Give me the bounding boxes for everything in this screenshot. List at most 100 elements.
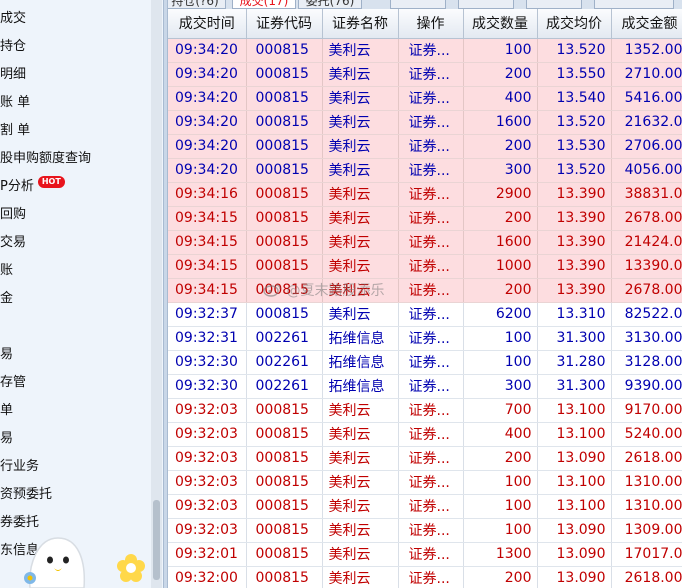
table-row[interactable]: 09:32:01 000815 美利云 证券... 1300 13.090 17017.0 [168,542,682,567]
operation-cell: 证券... [398,542,464,567]
security-name-cell: 美利云 [322,206,399,231]
sidebar-item[interactable]: 持仓 [0,36,26,58]
header-average-price[interactable]: 成交均价 [537,9,612,39]
sidebar-scrollbar[interactable] [151,0,162,588]
tab-3[interactable] [390,0,446,9]
security-code-cell: 000815 [246,86,323,111]
table-row[interactable]: 09:32:31 002261 拓维信息 证券... 100 31.300 3130.00 [168,326,682,351]
table-row[interactable]: 09:34:15 000815 美利云 证券... 200 13.390 2678.00 [168,278,682,303]
operation-cell: 证券... [398,206,464,231]
table-row[interactable]: 09:32:30 002261 拓维信息 证券... 100 31.280 3128.00 [168,350,682,375]
amount-cell: 21632.0 [611,110,682,135]
security-code-cell: 000815 [246,230,323,255]
sidebar-item[interactable]: 单 [0,400,13,422]
sidebar-item[interactable]: 明细 [0,64,26,86]
table-row[interactable]: 09:34:20 000815 美利云 证券... 1600 13.520 21632.0 [168,110,682,135]
amount-cell: 38831.0 [611,182,682,207]
operation-cell: 证券... [398,494,464,519]
table-row[interactable]: 09:32:03 000815 美利云 证券... 100 13.090 1309.00 [168,518,682,543]
sidebar-item-label: 账 [0,263,14,278]
table-row[interactable]: 09:32:03 000815 美利云 证券... 100 13.100 1310.00 [168,494,682,519]
sidebar-item[interactable]: 回购 [0,204,26,226]
trade-time-cell: 09:32:03 [168,446,247,471]
table-row[interactable]: 09:34:20 000815 美利云 证券... 400 13.540 5416.00 [168,86,682,111]
sidebar-item[interactable]: 账 [0,260,13,282]
security-name-cell: 美利云 [322,422,399,447]
sidebar-item-label: 单 [0,403,14,418]
tab-1[interactable]: 成交(17) [232,0,296,9]
price-cell: 13.540 [537,86,612,111]
amount-cell: 1309.00 [611,518,682,543]
security-name-cell: 美利云 [322,494,399,519]
sidebar-item-label: 存管 [0,375,27,390]
sidebar-item[interactable]: 割 单 [0,120,30,142]
trade-time-cell: 09:34:20 [168,38,247,63]
header-trade-time[interactable]: 成交时间 [168,9,247,39]
tab-6[interactable] [594,0,674,9]
price-cell: 13.100 [537,398,612,423]
sidebar-item-label: 易 [0,431,14,446]
table-row[interactable]: 09:34:15 000815 美利云 证券... 1000 13.390 13390.0 [168,254,682,279]
table-row[interactable]: 09:34:16 000815 美利云 证券... 2900 13.390 38831.0 [168,182,682,207]
sidebar-item[interactable]: 股申购额度查询 [0,148,91,170]
table-row[interactable]: 09:32:30 002261 拓维信息 证券... 300 31.300 9390.00 [168,374,682,399]
trade-time-cell: 09:34:15 [168,230,247,255]
table-row[interactable]: 09:32:03 000815 美利云 证券... 400 13.100 5240.00 [168,422,682,447]
security-code-cell: 000815 [246,158,323,183]
header-security-code[interactable]: 证券代码 [246,9,323,39]
sidebar-item[interactable]: 交易 [0,232,26,254]
operation-cell: 证券... [398,566,464,588]
sidebar-item[interactable]: 金 [0,288,13,310]
price-cell: 13.090 [537,566,612,588]
security-name-cell: 美利云 [322,62,399,87]
trade-time-cell: 09:32:37 [168,302,247,327]
quantity-cell: 100 [463,38,538,63]
header-operation[interactable]: 操作 [398,9,464,39]
sidebar-item[interactable]: 行业务 [0,456,39,478]
header-trade-quantity[interactable]: 成交数量 [463,9,538,39]
sidebar-item[interactable]: 易 [0,344,13,366]
sidebar-item[interactable]: 成交 [0,8,26,30]
security-name-cell: 美利云 [322,134,399,159]
table-row[interactable]: 09:32:03 000815 美利云 证券... 200 13.090 2618.00 [168,446,682,471]
operation-cell: 证券... [398,134,464,159]
table-row[interactable]: 09:32:00 000815 美利云 证券... 200 13.090 2618.00 [168,566,682,588]
trade-time-cell: 09:32:03 [168,398,247,423]
tab-4[interactable] [458,0,514,9]
table-row[interactable]: 09:34:20 000815 美利云 证券... 200 13.550 2710.00 [168,62,682,87]
sidebar-scrollbar-thumb[interactable] [153,500,160,580]
sidebar-item[interactable]: 存管 [0,372,26,394]
header-trade-amount[interactable]: 成交金额 [611,9,682,39]
table-row[interactable]: 09:34:15 000815 美利云 证券... 200 13.390 2678.00 [168,206,682,231]
security-code-cell: 002261 [246,326,323,351]
price-cell: 13.520 [537,158,612,183]
sidebar-item[interactable]: 资预委托 [0,484,52,506]
table-row[interactable]: 09:34:20 000815 美利云 证券... 200 13.530 2706.00 [168,134,682,159]
quantity-cell: 200 [463,566,538,588]
security-name-cell: 拓维信息 [322,374,399,399]
header-security-name[interactable]: 证券名称 [322,9,399,39]
table-row[interactable]: 09:34:15 000815 美利云 证券... 1600 13.390 21424.0 [168,230,682,255]
amount-cell: 2678.00 [611,278,682,303]
quantity-cell: 1300 [463,542,538,567]
tab-5[interactable] [526,0,582,9]
amount-cell: 9170.00 [611,398,682,423]
sidebar-item[interactable]: 账 单 [0,92,30,114]
table-row[interactable]: 09:32:37 000815 美利云 证券... 6200 13.310 82522.0 [168,302,682,327]
sidebar-item[interactable]: 易 [0,428,13,450]
quantity-cell: 200 [463,278,538,303]
security-code-cell: 000815 [246,542,323,567]
quantity-cell: 100 [463,518,538,543]
table-row[interactable]: 09:32:03 000815 美利云 证券... 100 13.100 1310.00 [168,470,682,495]
trade-time-cell: 09:34:15 [168,206,247,231]
security-code-cell: 000815 [246,302,323,327]
table-row[interactable]: 09:32:03 000815 美利云 证券... 700 13.100 9170.00 [168,398,682,423]
table-row[interactable]: 09:34:20 000815 美利云 证券... 100 13.520 1352.00 [168,38,682,63]
tab-0[interactable]: 持仓(?6) [168,0,226,9]
price-cell: 13.390 [537,278,612,303]
security-code-cell: 000815 [246,38,323,63]
tab-2[interactable]: 委托(76) [298,0,362,9]
sidebar-item[interactable]: P分析 HOT [0,176,65,198]
table-row[interactable]: 09:34:20 000815 美利云 证券... 300 13.520 4056.00 [168,158,682,183]
operation-cell: 证券... [398,374,464,399]
